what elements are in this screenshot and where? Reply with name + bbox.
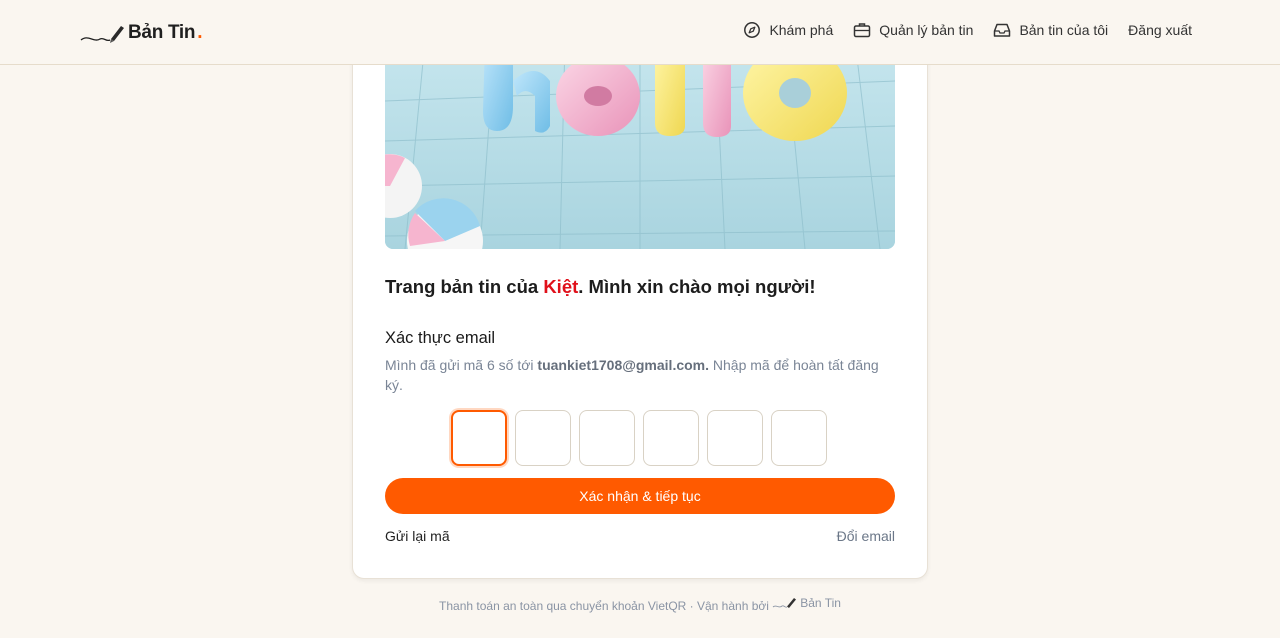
nav-explore[interactable]: Khám phá bbox=[743, 21, 833, 39]
otp-inputs bbox=[451, 410, 827, 466]
main-nav: Khám phá Quản lý bản tin Bản tin của tôi… bbox=[743, 21, 1192, 39]
nav-my-label: Bản tin của tôi bbox=[1019, 22, 1109, 38]
email-address: tuankiet1708@gmail.com. bbox=[537, 357, 710, 373]
verify-heading: Xác thực email bbox=[385, 329, 496, 347]
nav-explore-label: Khám phá bbox=[769, 22, 834, 38]
nav-my-newsletters[interactable]: Bản tin của tôi bbox=[993, 21, 1108, 39]
verify-description: Mình đã gửi mã 6 số tới tuankiet1708@gma… bbox=[385, 355, 895, 395]
hello-balloon-illustration bbox=[385, 41, 895, 249]
intro-suffix: . Mình xin chào mọi người! bbox=[578, 276, 816, 297]
page-footer: Thanh toán an toàn qua chuyển khoản Viet… bbox=[0, 596, 1280, 613]
compass-icon bbox=[744, 22, 761, 38]
nav-manage-newsletters[interactable]: Quản lý bản tin bbox=[853, 21, 973, 39]
page-intro: Trang bản tin của Kiệt. Mình xin chào mọ… bbox=[385, 276, 905, 298]
nav-logout[interactable]: Đăng xuất bbox=[1128, 22, 1192, 38]
footer-brand[interactable]: Bản Tin bbox=[772, 596, 841, 610]
brand-dot: . bbox=[197, 22, 203, 43]
inbox-icon bbox=[994, 23, 1011, 37]
otp-digit-6[interactable] bbox=[771, 410, 827, 466]
verify-card: Trang bản tin của Kiệt. Mình xin chào mọ… bbox=[352, 40, 928, 579]
otp-digit-5[interactable] bbox=[707, 410, 763, 466]
pen-signature-icon bbox=[772, 598, 797, 608]
otp-digit-4[interactable] bbox=[643, 410, 699, 466]
confirm-continue-button[interactable]: Xác nhận & tiếp tục bbox=[385, 478, 895, 514]
resend-code-link[interactable]: Gửi lại mã bbox=[385, 528, 450, 544]
otp-digit-3[interactable] bbox=[579, 410, 635, 466]
hero-image bbox=[385, 41, 895, 249]
pen-signature-icon bbox=[80, 26, 124, 43]
briefcase-icon bbox=[854, 23, 871, 38]
otp-digit-2[interactable] bbox=[515, 410, 571, 466]
top-header: Bản Tin. Khám phá Quản lý bản tin Bản ti… bbox=[0, 0, 1280, 65]
intro-prefix: Trang bản tin của bbox=[385, 276, 544, 297]
nav-manage-label: Quản lý bản tin bbox=[879, 22, 974, 38]
author-name: Kiệt bbox=[543, 276, 579, 297]
brand-name: Bản Tin bbox=[128, 22, 196, 43]
otp-digit-1[interactable] bbox=[451, 410, 507, 466]
footer-text: Thanh toán an toàn qua chuyển khoản Viet… bbox=[439, 599, 773, 613]
nav-logout-label: Đăng xuất bbox=[1128, 22, 1192, 38]
brand-logo[interactable]: Bản Tin. bbox=[80, 20, 203, 46]
footer-brand-name: Bản Tin bbox=[800, 596, 841, 610]
change-email-link[interactable]: Đổi email bbox=[837, 528, 895, 544]
desc-prefix: Mình đã gửi mã 6 số tới bbox=[385, 357, 538, 373]
